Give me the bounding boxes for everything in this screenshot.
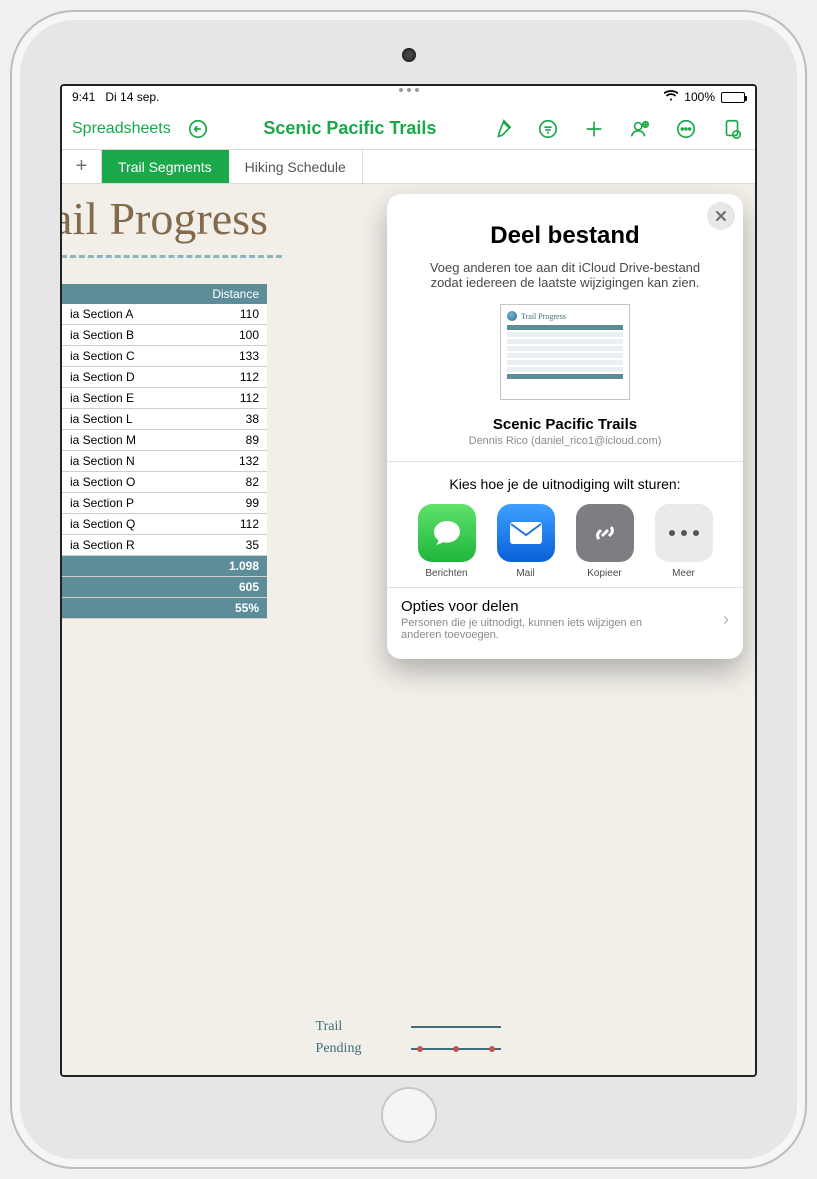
mail-icon <box>497 504 555 562</box>
filter-icon[interactable] <box>535 116 561 142</box>
battery-percent: 100% <box>684 90 715 104</box>
table-summary: 605 <box>62 577 267 598</box>
trail-table[interactable]: Distance ia Section A110 ia Section B100… <box>62 284 267 619</box>
sheet-tabs: + Trail Segments Hiking Schedule <box>62 150 755 184</box>
file-thumbnail: Trail Progress <box>387 304 743 404</box>
device-camera <box>402 48 416 62</box>
share-file-name: Scenic Pacific Trails <box>387 404 743 433</box>
table-row: ia Section B100 <box>62 325 267 346</box>
legend-label-trail: Trail <box>316 1019 362 1035</box>
messages-icon <box>418 504 476 562</box>
share-file-owner: Dennis Rico (daniel_rico1@icloud.com) <box>387 433 743 461</box>
table-row: ia Section L38 <box>62 409 267 430</box>
close-icon[interactable] <box>707 202 735 230</box>
multitask-grabber[interactable] <box>399 88 419 92</box>
sheet-canvas[interactable]: ail Progress Distance ia Section A110 ia… <box>62 184 755 1075</box>
insert-plus-icon[interactable] <box>581 116 607 142</box>
home-button[interactable] <box>381 1087 437 1143</box>
table-row: ia Section O82 <box>62 472 267 493</box>
screen: 9:41 Di 14 sep. 100% Spreadsheets Scenic… <box>60 84 757 1077</box>
send-prompt: Kies hoe je de uitnodiging wilt sturen: <box>399 476 731 492</box>
share-popover: Deel bestand Voeg anderen toe aan dit iC… <box>387 194 743 659</box>
chevron-right-icon: › <box>723 609 729 630</box>
table-row: ia Section E112 <box>62 388 267 409</box>
legend-swatch-pending <box>411 1048 501 1050</box>
table-row: ia Section D112 <box>62 367 267 388</box>
page-title: ail Progress <box>62 184 282 258</box>
table-row: ia Section A110 <box>62 304 267 325</box>
legend-swatch-trail <box>411 1026 501 1028</box>
add-sheet-button[interactable]: + <box>62 150 102 183</box>
popover-title: Deel bestand <box>387 194 743 260</box>
share-via-mail[interactable]: Mail <box>491 504 561 579</box>
table-row: ia Section N132 <box>62 451 267 472</box>
share-label: Berichten <box>425 568 467 579</box>
tab-hiking-schedule[interactable]: Hiking Schedule <box>229 150 363 183</box>
share-more[interactable]: Meer <box>649 504 719 579</box>
tab-trail-segments[interactable]: Trail Segments <box>102 150 229 183</box>
legend-label-pending: Pending <box>316 1041 362 1057</box>
format-brush-icon[interactable] <box>489 116 515 142</box>
more-icon[interactable] <box>673 116 699 142</box>
table-row: ia Section R35 <box>62 535 267 556</box>
document-settings-icon[interactable] <box>719 116 745 142</box>
status-date: Di 14 sep. <box>105 90 159 104</box>
document-title[interactable]: Scenic Pacific Trails <box>225 118 475 139</box>
column-header-name[interactable] <box>62 284 178 304</box>
share-copy-link[interactable]: Kopieer <box>570 504 640 579</box>
share-options-subtitle: Personen die je uitnodigt, kunnen iets w… <box>401 615 681 641</box>
link-icon <box>576 504 634 562</box>
popover-subtitle: Voeg anderen toe aan dit iCloud Drive-be… <box>387 260 743 304</box>
table-summary: 55% <box>62 598 267 619</box>
table-summary: 1.098 <box>62 556 267 577</box>
battery-icon <box>721 92 745 103</box>
share-label: Meer <box>672 568 695 579</box>
wifi-icon <box>664 90 678 104</box>
collaborate-icon[interactable] <box>627 116 653 142</box>
ipad-frame: 9:41 Di 14 sep. 100% Spreadsheets Scenic… <box>10 10 807 1169</box>
more-icon <box>655 504 713 562</box>
table-row: ia Section M89 <box>62 430 267 451</box>
column-header-distance[interactable]: Distance <box>178 284 267 304</box>
app-toolbar: Spreadsheets Scenic Pacific Trails <box>62 108 755 150</box>
table-row: ia Section C133 <box>62 346 267 367</box>
share-label: Mail <box>516 568 534 579</box>
back-button[interactable]: Spreadsheets <box>72 120 171 138</box>
undo-icon[interactable] <box>185 116 211 142</box>
share-options-row[interactable]: Opties voor delen Personen die je uitnod… <box>387 587 743 651</box>
share-via-messages[interactable]: Berichten <box>412 504 482 579</box>
table-row: ia Section P99 <box>62 493 267 514</box>
share-label: Kopieer <box>587 568 621 579</box>
status-time: 9:41 <box>72 90 95 104</box>
table-row: ia Section Q112 <box>62 514 267 535</box>
chart-legend: Trail Pending <box>316 1019 502 1057</box>
share-options-title: Opties voor delen <box>401 598 681 615</box>
